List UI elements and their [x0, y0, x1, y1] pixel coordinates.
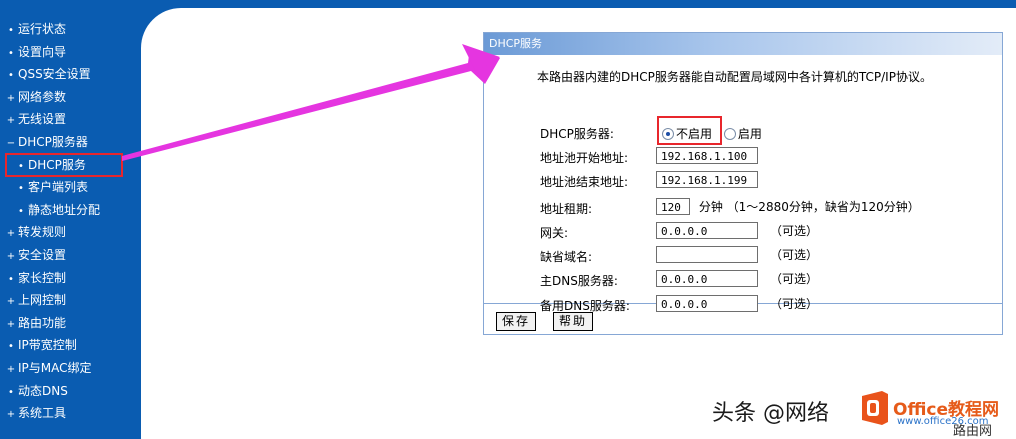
nav-item-client-list[interactable]: • 客户端列表: [0, 176, 141, 199]
nav-item-label: 系统工具: [18, 406, 67, 421]
nav-item-ddns[interactable]: • 动态DNS: [0, 380, 141, 403]
lease-input[interactable]: 120: [656, 198, 690, 215]
expand-icon: +: [6, 318, 16, 330]
nav-item-label: 家长控制: [18, 270, 67, 285]
gateway-input[interactable]: 0.0.0.0: [656, 222, 758, 239]
expand-icon: +: [6, 92, 16, 104]
nav-item-wizard[interactable]: • 设置向导: [0, 41, 141, 64]
nav-item-label: 设置向导: [18, 44, 67, 59]
radio-disable[interactable]: [662, 127, 674, 140]
bullet-icon: •: [18, 183, 24, 195]
top-banner: [141, 0, 1016, 8]
lease-label: 地址租期:: [540, 202, 593, 216]
panel-footer: 保存 帮助: [484, 304, 1002, 334]
bullet-icon: •: [8, 25, 14, 36]
office-logo-icon: [862, 391, 888, 425]
nav-item-label: 静态地址分配: [28, 202, 101, 217]
lease-unit: 分钟: [698, 200, 723, 214]
bullet-icon: •: [18, 205, 24, 217]
domain-input[interactable]: [656, 246, 758, 263]
nav-item-network[interactable]: + 网络参数: [0, 86, 141, 109]
bullet-icon: •: [8, 273, 14, 285]
nav-item-forwarding[interactable]: + 转发规则: [0, 221, 141, 244]
domain-optional: （可选）: [770, 248, 819, 262]
frame-corner: [141, 8, 181, 48]
nav-item-label: DHCP服务: [28, 157, 86, 172]
nav-item-ip-mac-binding[interactable]: + IP与MAC绑定: [0, 357, 141, 380]
pool-end-label: 地址池结束地址:: [540, 175, 629, 189]
nav-item-label: 动态DNS: [18, 383, 68, 398]
nav-item-dhcp-service[interactable]: • DHCP服务: [5, 152, 123, 178]
panel-body: 本路由器内建的DHCP服务器能自动配置局域网中各计算机的TCP/IP协议。 DH…: [484, 55, 1002, 313]
dns1-label: 主DNS服务器:: [540, 274, 618, 288]
nav-item-bandwidth[interactable]: • IP带宽控制: [0, 334, 141, 357]
panel-title: DHCP服务: [484, 33, 1002, 55]
expand-icon: +: [6, 409, 16, 421]
nav-item-label: 转发规则: [18, 225, 67, 240]
nav-item-label: 运行状态: [18, 22, 67, 36]
gateway-label: 网关:: [540, 226, 569, 240]
dns1-input[interactable]: 0.0.0.0: [656, 270, 758, 287]
expand-icon: +: [6, 228, 16, 240]
gateway-optional: （可选）: [770, 224, 819, 238]
nav-item-label: IP与MAC绑定: [18, 360, 92, 375]
pool-end-input[interactable]: 192.168.1.199: [656, 171, 758, 188]
nav-item-parental[interactable]: • 家长控制: [0, 267, 141, 290]
collapse-icon: −: [6, 137, 16, 149]
nav-item-label: DHCP服务器: [18, 134, 88, 149]
nav-item-dhcp-server[interactable]: − DHCP服务器: [0, 131, 141, 154]
nav-item-label: 无线设置: [18, 112, 67, 127]
nav-item-label: IP带宽控制: [18, 338, 77, 353]
nav-item-system-tools[interactable]: + 系统工具: [0, 402, 141, 425]
expand-icon: +: [6, 250, 16, 262]
nav-item-label: 客户端列表: [28, 180, 89, 195]
save-button[interactable]: 保存: [496, 312, 537, 331]
expand-icon: +: [6, 363, 16, 375]
nav-item-label: 上网控制: [18, 293, 67, 308]
watermark-text: 头条 @网络: [712, 401, 829, 426]
pool-start-label: 地址池开始地址:: [540, 151, 629, 165]
dhcp-server-label: DHCP服务器:: [540, 127, 614, 141]
nav-item-routing[interactable]: + 路由功能: [0, 312, 141, 335]
bullet-icon: •: [18, 160, 24, 172]
lease-hint: （1～2880分钟，缺省为120分钟）: [726, 200, 920, 214]
expand-icon: +: [6, 296, 16, 308]
bullet-icon: •: [8, 386, 14, 398]
dns1-optional: （可选）: [770, 272, 819, 286]
nav-item-security[interactable]: + 安全设置: [0, 244, 141, 267]
nav-item-wireless[interactable]: + 无线设置: [0, 108, 141, 131]
dhcp-server-options: 不启用 启用: [662, 125, 770, 142]
bullet-icon: •: [8, 70, 14, 82]
nav-item-label: 路由功能: [18, 315, 67, 330]
bullet-icon: •: [8, 47, 14, 59]
pool-start-input[interactable]: 192.168.1.100: [656, 147, 758, 164]
radio-disable-label[interactable]: 不启用: [676, 127, 712, 141]
bullet-icon: •: [8, 341, 14, 353]
dhcp-service-panel: DHCP服务 本路由器内建的DHCP服务器能自动配置局域网中各计算机的TCP/I…: [483, 32, 1003, 335]
nav-item-label: QSS安全设置: [18, 67, 91, 82]
watermark-corner: 路由网: [953, 424, 993, 439]
nav-list: • 运行状态 • 设置向导 • QSS安全设置 + 网络参数 + 无线设置 − DHCP服务…: [0, 18, 141, 425]
nav-item-access-control[interactable]: + 上网控制: [0, 289, 141, 312]
help-button[interactable]: 帮助: [553, 312, 594, 331]
sidebar-nav: • 运行状态 • 设置向导 • QSS安全设置 + 网络参数 + 无线设置 − DHCP服务…: [0, 0, 141, 439]
panel-description: 本路由器内建的DHCP服务器能自动配置局域网中各计算机的TCP/IP协议。: [537, 70, 932, 84]
radio-enable[interactable]: [723, 127, 736, 140]
nav-item-qss[interactable]: • QSS安全设置: [0, 63, 141, 86]
nav-item-static-address[interactable]: • 静态地址分配: [0, 199, 141, 222]
domain-label: 缺省域名:: [540, 250, 593, 264]
nav-item-status[interactable]: • 运行状态: [0, 18, 141, 41]
radio-enable-label[interactable]: 启用: [738, 127, 762, 141]
expand-icon: +: [6, 115, 16, 127]
nav-item-label: 安全设置: [18, 247, 67, 262]
nav-item-label: 网络参数: [18, 89, 67, 104]
